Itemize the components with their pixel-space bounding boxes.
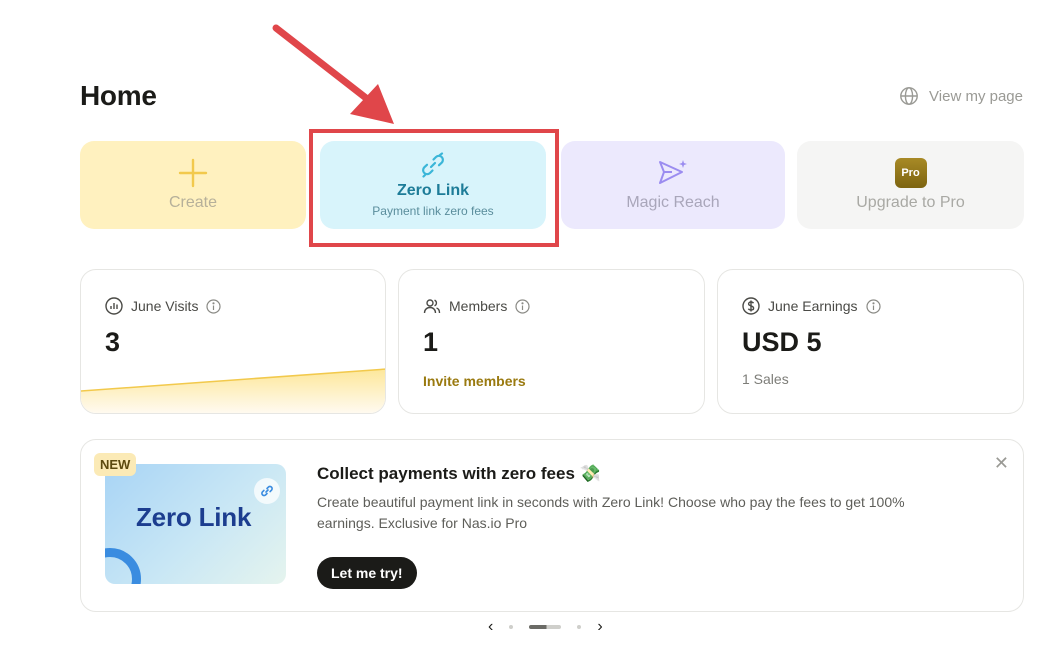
link-icon <box>254 478 280 504</box>
bar-chart-icon <box>105 297 123 315</box>
pro-badge-icon: Pro <box>894 158 927 188</box>
carousel-dot-active[interactable] <box>529 625 562 629</box>
promo-image-title: Zero Link <box>136 502 252 532</box>
june-visits-label: June Visits <box>131 298 199 314</box>
let-me-try-button[interactable]: Let me try! <box>317 557 417 589</box>
visits-sparkline <box>81 368 385 413</box>
send-sparkle-icon <box>659 160 687 184</box>
banner-title: Collect payments with zero fees 💸 <box>317 464 601 483</box>
info-icon[interactable] <box>206 298 222 314</box>
members-value: 1 <box>423 327 439 357</box>
carousel-pager: ‹ › <box>488 618 603 636</box>
people-icon <box>423 299 441 314</box>
june-earnings-value: USD 5 <box>742 327 822 357</box>
decorative-ring <box>105 548 141 584</box>
members-label: Members <box>449 298 508 314</box>
magic-reach-label: Magic Reach <box>626 194 720 211</box>
carousel-next-button[interactable]: › <box>597 618 602 636</box>
june-earnings-label: June Earnings <box>768 298 858 314</box>
zero-link-promo-banner: Zero Link NEW Collect payments with zero… <box>80 439 1024 612</box>
sales-count: 1 Sales <box>742 371 789 387</box>
carousel-dot[interactable] <box>577 625 582 629</box>
highlight-box <box>309 129 559 247</box>
carousel-prev-button[interactable]: ‹ <box>488 618 493 636</box>
june-earnings-card[interactable]: June Earnings USD 5 1 Sales <box>717 269 1024 414</box>
create-label: Create <box>168 194 218 211</box>
create-card[interactable]: Create <box>80 141 306 229</box>
carousel-dot[interactable] <box>509 625 514 629</box>
close-icon[interactable]: ✕ <box>994 453 1009 474</box>
info-icon[interactable] <box>865 298 881 314</box>
view-my-page-link[interactable]: View my page <box>899 86 1023 106</box>
plus-icon <box>178 158 208 188</box>
upgrade-to-pro-label: Upgrade to Pro <box>856 194 965 211</box>
june-visits-card[interactable]: June Visits 3 <box>80 269 386 414</box>
view-my-page-label: View my page <box>929 87 1023 105</box>
upgrade-to-pro-card[interactable]: Pro Upgrade to Pro <box>797 141 1024 229</box>
banner-description: Create beautiful payment link in seconds… <box>317 494 905 531</box>
dollar-circle-icon <box>742 297 760 315</box>
invite-members-link[interactable]: Invite members <box>423 373 526 389</box>
info-icon[interactable] <box>515 298 530 314</box>
june-visits-value: 3 <box>105 327 121 357</box>
page-title: Home <box>80 80 157 111</box>
members-card[interactable]: Members 1 Invite members <box>398 269 705 414</box>
globe-icon <box>900 87 918 105</box>
annotation-arrow-icon <box>272 24 394 124</box>
magic-reach-card[interactable]: Magic Reach <box>561 141 785 229</box>
zero-link-promo-image: Zero Link <box>105 464 286 584</box>
new-badge: NEW <box>94 453 137 476</box>
